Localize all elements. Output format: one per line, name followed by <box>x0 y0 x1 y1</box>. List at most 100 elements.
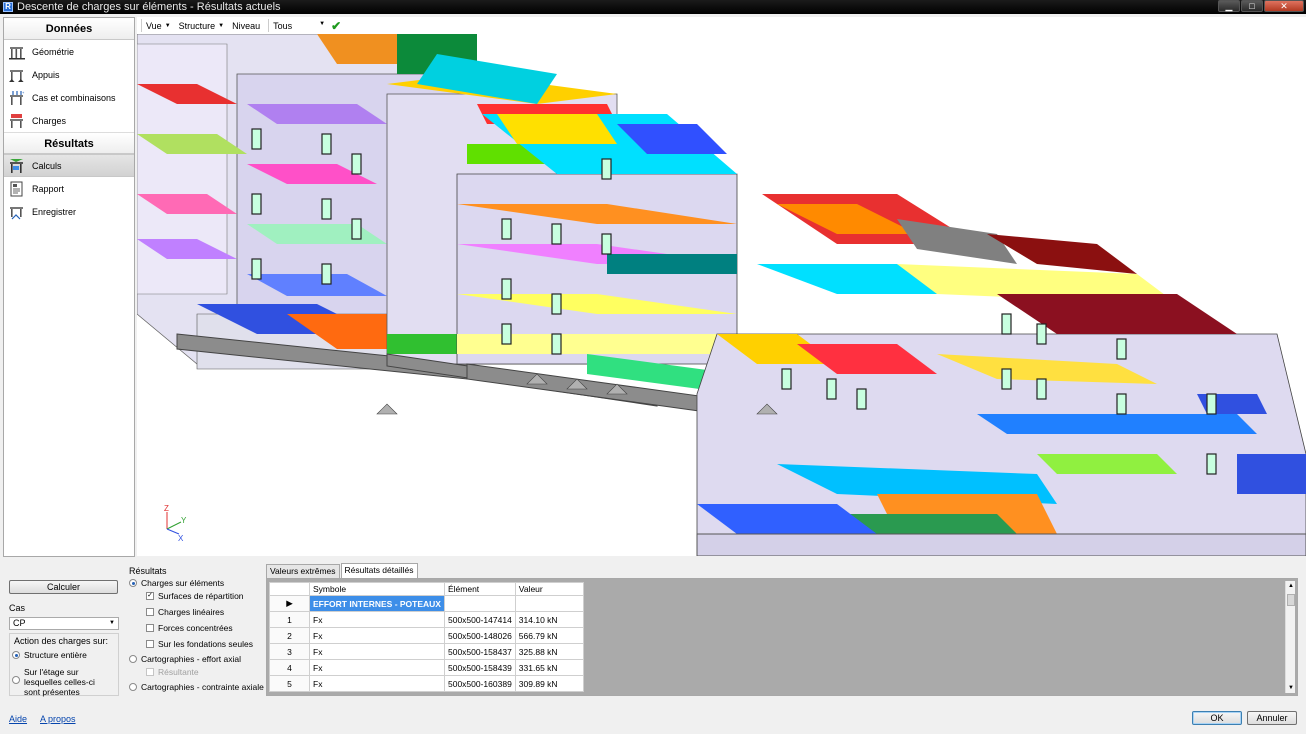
charges-on-elements-label: Charges sur éléments <box>141 578 225 588</box>
nav-item-label: Calculs <box>32 160 62 171</box>
symbol-cell: Fx <box>309 659 445 676</box>
grid-vertical-scrollbar[interactable]: ▲ ▼ <box>1285 581 1295 693</box>
toolbar-grip <box>141 19 142 32</box>
element-cell: 500x500-147414 <box>443 611 516 628</box>
table-row[interactable]: 2 Fx 500x500-148026 566.79 kN <box>269 627 584 644</box>
tab-extreme-values[interactable]: Valeurs extrêmes <box>266 564 340 578</box>
frame-icon <box>9 46 25 59</box>
case-label: Cas <box>9 603 26 613</box>
results-options-title: Résultats <box>129 566 167 576</box>
table-row[interactable]: 4 Fx 500x500-158439 331.65 kN <box>269 659 584 676</box>
symbol-cell: Fx <box>309 643 445 660</box>
calculation-icon <box>10 158 23 173</box>
column-header-element[interactable]: Élément <box>443 582 516 596</box>
row-number: 5 <box>269 675 310 692</box>
case-select[interactable]: CP ▼ <box>9 617 119 630</box>
distribution-surfaces-label: Surfaces de répartition <box>158 591 244 601</box>
table-row[interactable]: 3 Fx 500x500-158437 325.88 kN <box>269 643 584 660</box>
scroll-up-icon[interactable]: ▲ <box>1286 581 1296 591</box>
nav-item-loads[interactable]: Charges <box>4 109 134 132</box>
radio-unselected <box>129 655 137 663</box>
nav-item-calculation[interactable]: Calculs <box>4 154 134 177</box>
table-cell <box>443 595 516 612</box>
nav-item-report[interactable]: Rapport <box>4 177 134 200</box>
title-bar: R Descente de charges sur éléments - Rés… <box>0 0 1306 14</box>
table-row[interactable]: 5 Fx 500x500-160389 309.89 kN <box>269 675 584 692</box>
structure-menu-label: Structure <box>178 20 216 31</box>
help-link[interactable]: Aide <box>9 714 27 724</box>
on-floor-line-3: sont présentes <box>24 687 80 697</box>
column-header-symbol[interactable]: Symbole <box>309 582 445 596</box>
tab-detailed-results[interactable]: Résultats détaillés <box>340 563 418 578</box>
element-cell: 500x500-158437 <box>443 643 516 660</box>
cancel-button[interactable]: Annuler <box>1247 711 1297 725</box>
structure-menu[interactable]: Structure ▼ <box>179 21 224 31</box>
whole-structure-radio[interactable]: Structure entière <box>12 650 87 660</box>
nav-item-geometry[interactable]: Géométrie <box>4 40 134 63</box>
nav-item-supports[interactable]: Appuis <box>4 63 134 86</box>
group-header-cell: EFFORT INTERNES - POTEAUX <box>309 595 445 612</box>
symbol-cell: Fx <box>309 627 445 644</box>
resultant-checkbox[interactable]: Résultante <box>146 667 199 677</box>
charges-on-elements-radio[interactable]: Charges sur éléments <box>129 578 224 588</box>
building-model-view: Z Y X <box>137 34 1306 556</box>
axis-y-label: Y <box>181 516 187 525</box>
3d-viewport[interactable]: Z Y X <box>137 34 1306 556</box>
nav-item-label: Charges <box>32 115 67 126</box>
level-select[interactable]: Tous ▼ <box>273 21 325 31</box>
column-header-value[interactable]: Valeur <box>514 582 584 596</box>
nav-item-label: Géométrie <box>32 46 75 57</box>
table-row[interactable]: 1 Fx 500x500-147414 314.10 kN <box>269 611 584 628</box>
table-row[interactable]: ▶ EFFORT INTERNES - POTEAUX <box>269 595 584 612</box>
chevron-down-icon: ▼ <box>319 20 326 27</box>
map-axial-force-label: Cartographies - effort axial <box>141 654 242 664</box>
row-number: 4 <box>269 659 310 676</box>
value-cell: 309.89 kN <box>514 675 584 692</box>
chevron-down-icon: ▼ <box>218 22 225 29</box>
linear-loads-label: Charges linéaires <box>158 607 225 617</box>
app-icon: R <box>3 2 13 12</box>
on-foundations-label: Sur les fondations seules <box>158 639 253 649</box>
linear-loads-checkbox[interactable]: Charges linéaires <box>146 607 224 617</box>
map-axial-force-radio[interactable]: Cartographies - effort axial <box>129 654 241 664</box>
section-data-title: Données <box>4 18 134 40</box>
row-header-corner <box>269 582 310 596</box>
on-foundations-checkbox[interactable]: Sur les fondations seules <box>146 639 253 649</box>
maximize-button[interactable]: □ <box>1241 0 1263 12</box>
radio-unselected <box>129 683 137 691</box>
scroll-down-icon[interactable]: ▼ <box>1286 683 1296 693</box>
close-button[interactable]: ✕ <box>1264 0 1304 12</box>
scroll-thumb[interactable] <box>1287 594 1295 606</box>
chevron-down-icon: ▼ <box>109 620 115 626</box>
level-label: Niveau <box>232 20 261 31</box>
calculate-button[interactable]: Calculer <box>9 580 118 594</box>
nav-item-save[interactable]: Enregistrer <box>4 200 134 223</box>
checkmark-icon[interactable]: ✔ <box>331 19 341 33</box>
row-number: 1 <box>269 611 310 628</box>
view-toolbar: Vue ▼ Structure ▼ Niveau Tous ▼ ✔ <box>137 17 1306 34</box>
radio-unselected <box>12 676 20 684</box>
nav-item-label: Appuis <box>32 69 60 80</box>
about-link[interactable]: A propos <box>40 714 76 724</box>
results-tabs: Valeurs extrêmes Résultats détaillés <box>266 563 419 579</box>
radio-selected <box>12 651 20 659</box>
minimize-button[interactable]: ▁ <box>1218 0 1240 12</box>
checkbox-unchecked <box>146 608 154 616</box>
view-menu[interactable]: Vue ▼ <box>146 21 171 31</box>
results-grid[interactable]: Symbole Élément Valeur ▶ EFFORT INTERNES… <box>266 578 1298 696</box>
distribution-surfaces-checkbox[interactable]: ✓ Surfaces de répartition <box>146 591 244 601</box>
navigation-panel: Données Géométrie Appuis + Cas et combin… <box>3 17 135 557</box>
checkbox-unchecked <box>146 624 154 632</box>
nav-item-load-cases[interactable]: + Cas et combinaisons <box>4 86 134 109</box>
map-axial-stress-radio[interactable]: Cartographies - contrainte axiale <box>129 682 264 692</box>
on-floor-radio[interactable]: Sur l'étage sur lesquelles celles-ci son… <box>12 667 95 697</box>
table-cell <box>514 595 584 612</box>
check-icon: ✓ <box>146 592 154 600</box>
loads-icon <box>10 113 23 128</box>
ok-button[interactable]: OK <box>1192 711 1242 725</box>
element-cell: 500x500-160389 <box>443 675 516 692</box>
point-forces-checkbox[interactable]: Forces concentrées <box>146 623 233 633</box>
load-cases-icon: + <box>10 90 25 105</box>
supports-icon <box>9 69 24 82</box>
value-cell: 314.10 kN <box>514 611 584 628</box>
